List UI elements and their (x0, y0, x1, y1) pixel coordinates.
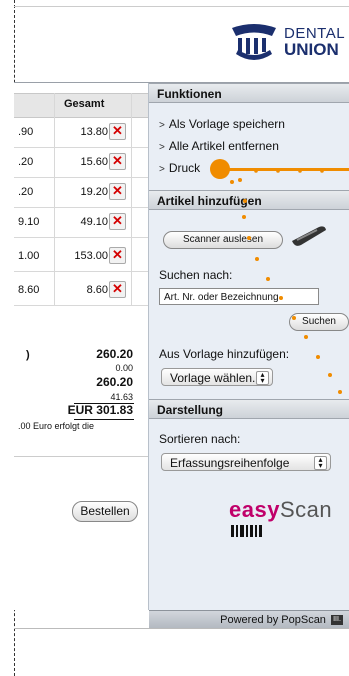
table-row: 9.10 49.10 ✕ (14, 207, 148, 238)
delete-row-button[interactable]: ✕ (109, 183, 126, 200)
sort-select[interactable]: Erfassungsreihenfolge ▴ ▾ (161, 453, 331, 471)
chevron-right-icon: > (159, 164, 165, 175)
total-cell: 13.80 (80, 126, 108, 138)
table-row: .20 15.60 ✕ (14, 147, 148, 178)
menu-remove-all[interactable]: > Alle Artikel entfernen (159, 139, 279, 153)
total-cell: 49.10 (80, 216, 108, 228)
delete-row-button[interactable]: ✕ (109, 123, 126, 140)
delete-row-button[interactable]: ✕ (109, 153, 126, 170)
powered-by-text: Powered by PopScan (220, 614, 326, 626)
net-total-value: 260.20 (96, 375, 133, 389)
easyscan-logo: easyScan (229, 497, 332, 523)
table-row: 1.00 153.00 ✕ (14, 241, 148, 272)
chevron-right-icon: > (159, 142, 165, 153)
section-header-funktionen: Funktionen (149, 83, 349, 103)
select-arrows-icon: ▴ ▾ (314, 456, 327, 470)
template-label: Aus Vorlage hinzufügen: (159, 347, 290, 361)
sort-label: Sortieren nach: (159, 432, 241, 446)
price-cell: .20 (18, 156, 34, 168)
total-cell: 8.60 (86, 284, 108, 296)
easyscan-scan: Scan (279, 497, 333, 522)
total-cell: 15.60 (80, 156, 108, 168)
price-cell: 8.60 (18, 284, 40, 296)
menu-save-template[interactable]: > Als Vorlage speichern (159, 117, 285, 131)
delete-row-button[interactable]: ✕ (109, 281, 126, 298)
shipping-note: .00 Euro erfolgt die (18, 421, 95, 431)
annotation-dot (210, 159, 230, 179)
delete-row-button[interactable]: ✕ (109, 213, 126, 230)
powered-by-bar: Powered by PopScan III. (149, 610, 349, 628)
chevron-right-icon: > (159, 120, 165, 131)
delete-row-button[interactable]: ✕ (109, 247, 126, 264)
brand-line2: UNION (284, 40, 339, 59)
subtotal-value: 260.20 (96, 347, 133, 361)
price-cell: 9.10 (18, 216, 40, 228)
search-label: Suchen nach: (159, 268, 233, 282)
price-cell: .20 (18, 186, 34, 198)
cart-table: Gesamt .90 13.80 ✕ .20 15.60 ✕ .20 19.20… (14, 83, 149, 610)
column-header-gesamt: Gesamt (64, 98, 105, 110)
section-divider (14, 456, 148, 457)
menu-label: Alle Artikel entfernen (168, 139, 279, 153)
order-button[interactable]: Bestellen (72, 501, 138, 522)
table-row: 8.60 8.60 ✕ (14, 275, 148, 306)
scanner-device-icon (292, 226, 326, 246)
table-row: .90 13.80 ✕ (14, 117, 148, 148)
scanner-read-button[interactable]: Scanner auslesen (163, 231, 283, 249)
annotation-line (228, 168, 349, 171)
total-cell: 153.00 (74, 250, 108, 262)
menu-print[interactable]: > Druck (159, 161, 200, 175)
price-cell: 1.00 (18, 250, 40, 262)
popscan-logo-icon: III. (331, 615, 343, 626)
template-select[interactable]: Vorlage wählen... ▴ ▾ (161, 368, 273, 386)
menu-label: Als Vorlage speichern (168, 117, 285, 131)
brand-name: DENTAL UNION (284, 26, 345, 59)
search-input[interactable]: Art. Nr. oder Bezeichnung (159, 288, 319, 305)
sort-select-value: Erfassungsreihenfolge (170, 456, 290, 470)
barcode-icon (231, 525, 262, 537)
functions-panel: Funktionen > Als Vorlage speichern > Alle … (149, 83, 349, 610)
totals-left-marker: ) (26, 349, 30, 361)
total-underline (74, 419, 134, 420)
vat-value: 41.63 (110, 392, 133, 402)
easyscan-easy: easy (229, 497, 280, 522)
total-cell: 19.20 (80, 186, 108, 198)
select-arrows-icon: ▴ ▾ (256, 371, 269, 385)
search-button[interactable]: Suchen (289, 313, 349, 331)
bottom-rule (14, 628, 349, 629)
section-header-darstellung: Darstellung (149, 399, 349, 419)
section-header-artikel: Artikel hinzufügen (149, 190, 349, 210)
top-rule (14, 6, 349, 7)
grand-total-value: EUR 301.83 (67, 403, 133, 417)
template-select-value: Vorlage wählen... (170, 371, 263, 385)
price-cell: .90 (18, 126, 34, 138)
shipping-value: 0.00 (115, 363, 133, 373)
table-row: .20 19.20 ✕ (14, 177, 148, 208)
menu-label: Druck (168, 161, 201, 175)
table-header: Gesamt (14, 93, 148, 118)
